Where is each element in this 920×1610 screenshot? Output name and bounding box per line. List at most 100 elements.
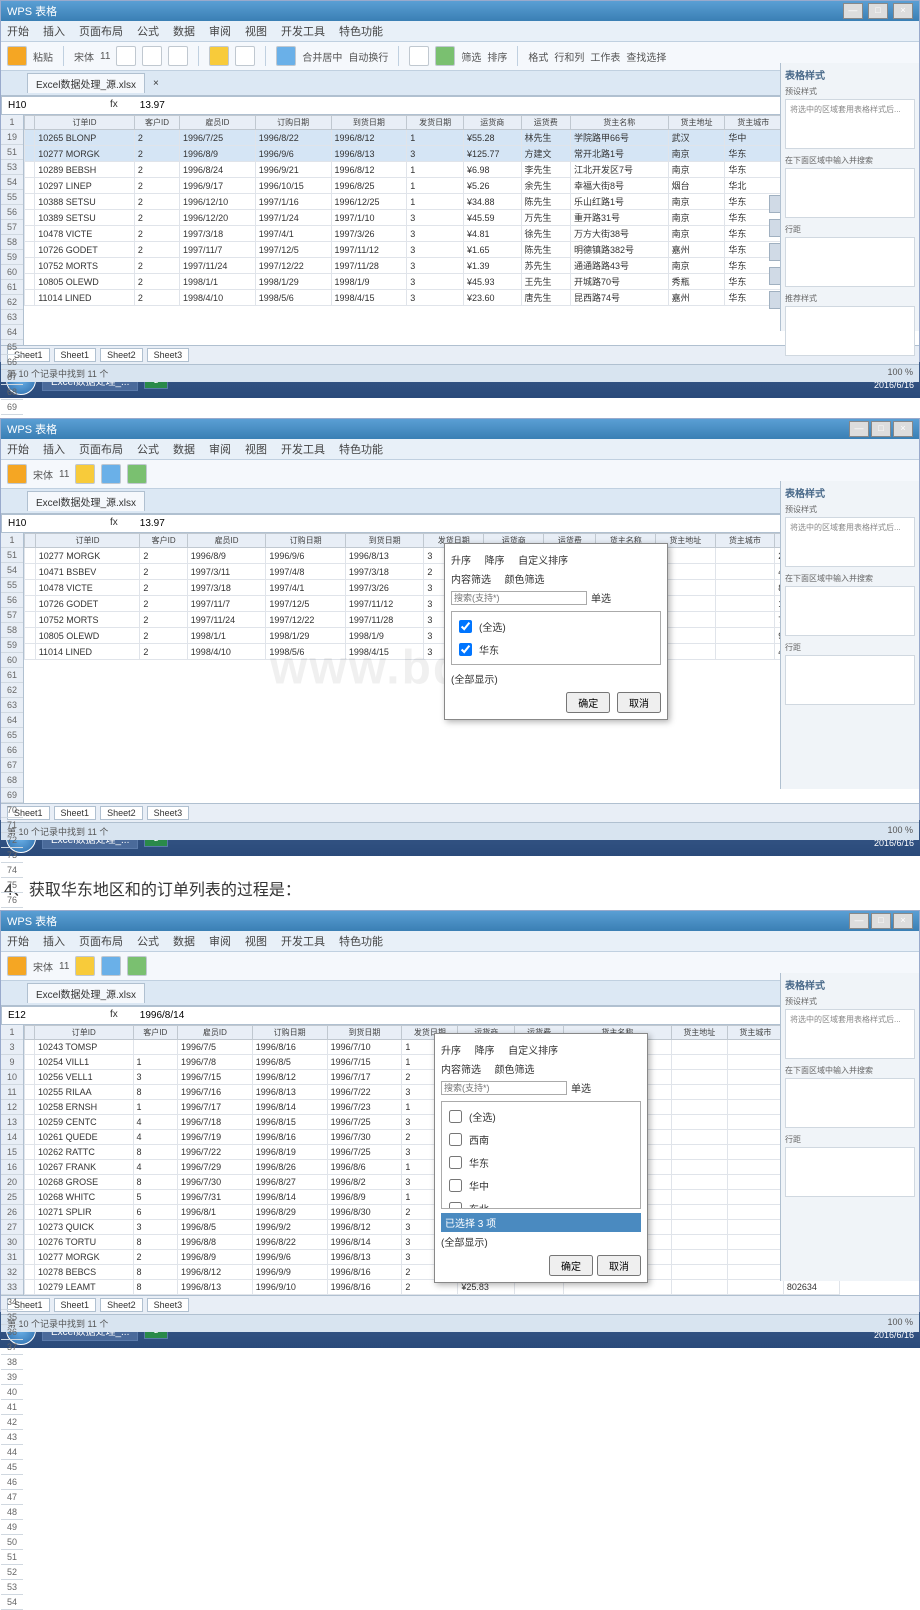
sheet-tab-3[interactable]: Sheet2 <box>100 1298 143 1312</box>
fill-color-icon[interactable] <box>75 956 95 976</box>
close-button[interactable]: × <box>893 421 913 437</box>
file-tab[interactable]: Excel数据处理_源.xlsx <box>27 491 145 511</box>
sheet-tab-3[interactable]: Sheet2 <box>100 806 143 820</box>
minimize-button[interactable]: — <box>849 421 869 437</box>
cell-value[interactable] <box>138 1009 442 1022</box>
merge-icon[interactable] <box>101 464 121 484</box>
fill-color-icon[interactable] <box>209 46 229 66</box>
menu-data[interactable]: 数据 <box>173 933 195 949</box>
filter-opt[interactable] <box>449 1133 462 1146</box>
merge-icon[interactable] <box>101 956 121 976</box>
filter-option-list[interactable]: (全选) 华东 <box>451 611 661 665</box>
font-size[interactable]: 11 <box>100 51 110 62</box>
file-tab[interactable]: Excel数据处理_源.xlsx <box>27 73 145 93</box>
fx-label[interactable]: fx <box>110 99 118 112</box>
sheet-label[interactable]: 工作表 <box>590 49 620 64</box>
content-filter[interactable]: 内容筛选 <box>451 571 491 586</box>
search-go[interactable]: 单选 <box>571 1080 591 1095</box>
menu-layout[interactable]: 页面布局 <box>79 23 123 39</box>
menu-dev[interactable]: 开发工具 <box>281 933 325 949</box>
cell-address[interactable] <box>6 517 90 530</box>
menu-start[interactable]: 开始 <box>7 933 29 949</box>
side-panel-search[interactable] <box>785 586 915 636</box>
minimize-button[interactable]: — <box>849 913 869 929</box>
zoom-level[interactable]: 100 % <box>887 1317 913 1330</box>
sheet-tab-2[interactable]: Sheet1 <box>54 1298 97 1312</box>
menu-formula[interactable]: 公式 <box>137 441 159 457</box>
content-filter[interactable]: 内容筛选 <box>441 1061 481 1076</box>
filter-ok-button[interactable]: 确定 <box>566 692 610 713</box>
filter-opt-1[interactable] <box>459 643 472 656</box>
filter-opt[interactable] <box>449 1156 462 1169</box>
paste-icon[interactable] <box>7 46 27 66</box>
filter-search[interactable] <box>451 591 587 605</box>
zoom-level[interactable]: 100 % <box>887 367 913 380</box>
side-panel-preview[interactable]: 将选中的区域套用表格样式后... <box>785 517 915 567</box>
cell-value[interactable] <box>138 517 442 530</box>
menu-data[interactable]: 数据 <box>173 23 195 39</box>
font-name[interactable]: 宋体 <box>33 467 53 482</box>
sum-icon[interactable] <box>409 46 429 66</box>
sort-desc[interactable]: 降序 <box>475 1042 495 1057</box>
filter-option-list[interactable]: (全选) 西南 华东 华中 东北 西南 华南 华北 <box>441 1101 641 1209</box>
filter-opt[interactable] <box>449 1179 462 1192</box>
custom-sort[interactable]: 自定义排序 <box>508 1042 558 1057</box>
minimize-button[interactable]: — <box>843 3 863 19</box>
font-size[interactable]: 11 <box>59 961 69 972</box>
filter-label[interactable]: 筛选 <box>461 49 481 64</box>
tab-close[interactable]: × <box>153 78 159 89</box>
menu-formula[interactable]: 公式 <box>137 23 159 39</box>
menu-review[interactable]: 审阅 <box>209 933 231 949</box>
side-panel-preview[interactable]: 将选中的区域套用表格样式后... <box>785 1009 915 1059</box>
menu-layout[interactable]: 页面布局 <box>79 933 123 949</box>
sort-asc[interactable]: 升序 <box>451 552 471 567</box>
paste-icon[interactable] <box>7 956 27 976</box>
cell-address[interactable] <box>6 99 90 112</box>
menu-layout[interactable]: 页面布局 <box>79 441 123 457</box>
menu-view[interactable]: 视图 <box>245 441 267 457</box>
menu-start[interactable]: 开始 <box>7 23 29 39</box>
menu-feature[interactable]: 特色功能 <box>339 933 383 949</box>
menu-data[interactable]: 数据 <box>173 441 195 457</box>
menu-insert[interactable]: 插入 <box>43 441 65 457</box>
file-tab[interactable]: Excel数据处理_源.xlsx <box>27 983 145 1003</box>
menu-dev[interactable]: 开发工具 <box>281 441 325 457</box>
sort-asc[interactable]: 升序 <box>441 1042 461 1057</box>
merge-icon[interactable] <box>276 46 296 66</box>
side-panel-spacing[interactable] <box>785 1147 915 1197</box>
filter-ok-button[interactable]: 确定 <box>549 1255 593 1276</box>
sheet-tab-3[interactable]: Sheet2 <box>100 348 143 362</box>
menu-formula[interactable]: 公式 <box>137 933 159 949</box>
menu-insert[interactable]: 插入 <box>43 23 65 39</box>
menu-feature[interactable]: 特色功能 <box>339 441 383 457</box>
side-panel-preview[interactable]: 将选中的区域套用表格样式后... <box>785 99 915 149</box>
fx-label[interactable]: fx <box>110 517 118 530</box>
side-panel-spacing[interactable] <box>785 655 915 705</box>
close-button[interactable]: × <box>893 913 913 929</box>
menu-feature[interactable]: 特色功能 <box>339 23 383 39</box>
maximize-button[interactable]: □ <box>871 913 891 929</box>
filter-icon[interactable] <box>127 956 147 976</box>
sheet-tab-4[interactable]: Sheet3 <box>147 1298 190 1312</box>
menu-review[interactable]: 审阅 <box>209 441 231 457</box>
format-label[interactable]: 格式 <box>528 49 548 64</box>
zoom-level[interactable]: 100 % <box>887 825 913 838</box>
paste-icon[interactable] <box>7 464 27 484</box>
side-panel-search[interactable] <box>785 1078 915 1128</box>
border-icon[interactable] <box>235 46 255 66</box>
filter-icon[interactable] <box>435 46 455 66</box>
wrap-label[interactable]: 自动换行 <box>348 49 388 64</box>
show-all-label[interactable]: (全部显示) <box>451 669 661 688</box>
show-all-label[interactable]: (全部显示) <box>441 1232 641 1251</box>
rowcol-label[interactable]: 行和列 <box>554 49 584 64</box>
italic-icon[interactable] <box>142 46 162 66</box>
sheet-tab-2[interactable]: Sheet1 <box>54 806 97 820</box>
filter-opt[interactable] <box>449 1202 462 1209</box>
font-size[interactable]: 11 <box>59 469 69 480</box>
sheet-tab-4[interactable]: Sheet3 <box>147 806 190 820</box>
menu-review[interactable]: 审阅 <box>209 23 231 39</box>
filter-cancel-button[interactable]: 取消 <box>597 1255 641 1276</box>
font-name[interactable]: 宋体 <box>33 959 53 974</box>
side-panel-recommend[interactable] <box>785 306 915 356</box>
side-panel-spacing[interactable] <box>785 237 915 287</box>
